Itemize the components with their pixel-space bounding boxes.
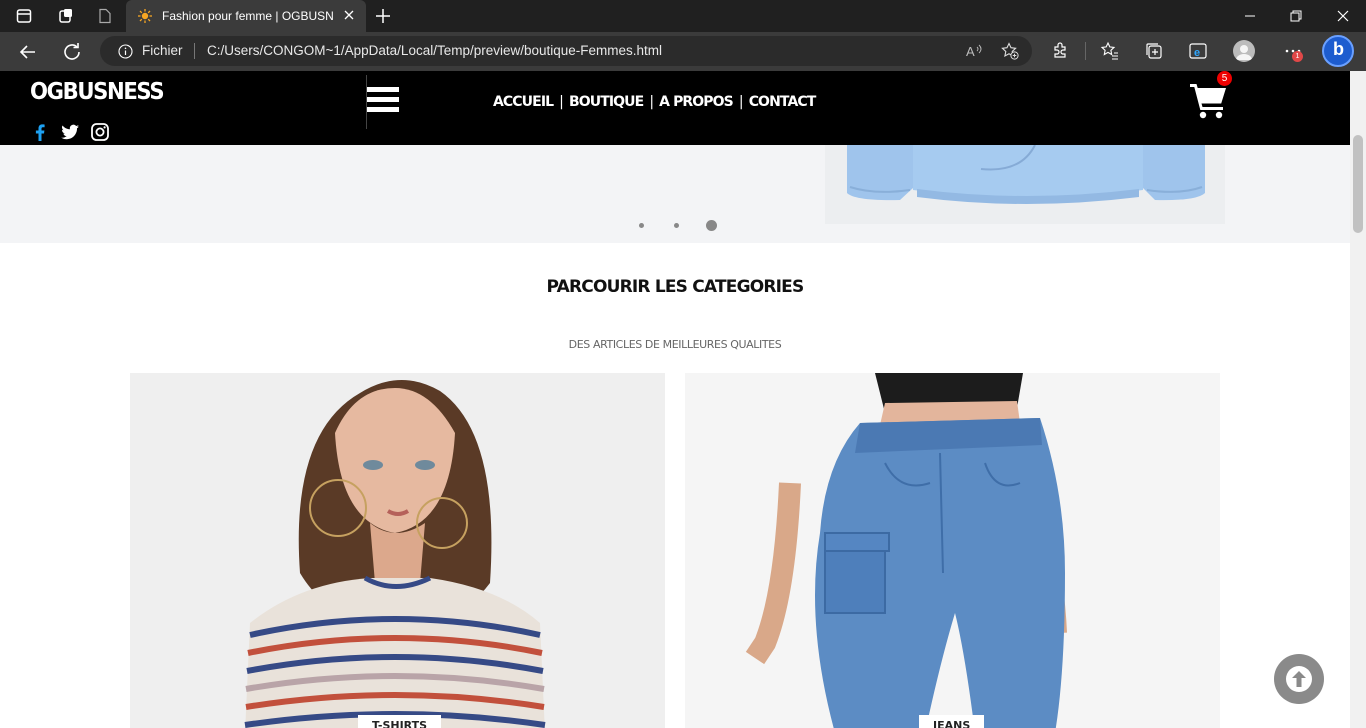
tab-actions-icon[interactable] <box>16 8 32 24</box>
nav-separator: | <box>559 94 564 110</box>
category-card-tshirts[interactable]: T-SHIRTS <box>130 373 665 728</box>
page-tab-icon[interactable] <box>97 8 113 24</box>
tab-title: Fashion pour femme | OGBUSNESS <box>162 9 334 23</box>
nav-separator: | <box>738 94 744 110</box>
slider-dot-1[interactable] <box>639 223 644 228</box>
bing-chat-button[interactable]: b <box>1322 35 1354 67</box>
section-title: PARCOURIR LES CATEGORIES <box>546 277 805 297</box>
sun-favicon-icon <box>138 9 152 23</box>
site-header: OGBUSNESS ACCUEIL | BOUTIQUE | A PROPOS … <box>0 71 1350 145</box>
page-scrollbar[interactable] <box>1350 71 1366 728</box>
favorites-icon[interactable] <box>1100 41 1120 61</box>
new-tab-icon[interactable] <box>374 7 392 25</box>
restore-icon <box>1290 10 1302 22</box>
section-subtitle: DES ARTICLES DE MEILLEURES QUALITES <box>568 338 782 351</box>
refresh-icon[interactable] <box>60 40 84 64</box>
page-viewport: OGBUSNESS ACCUEIL | BOUTIQUE | A PROPOS … <box>0 71 1350 728</box>
url-divider <box>194 43 195 59</box>
toolbar-divider <box>1085 42 1086 60</box>
shopping-cart-icon[interactable] <box>1188 81 1228 121</box>
info-icon[interactable] <box>118 44 133 59</box>
hero-product-image <box>825 145 1225 224</box>
hamburger-menu-icon[interactable] <box>367 87 399 119</box>
browser-toolbar: Fichier C:/Users/CONGOM~1/AppData/Local/… <box>0 32 1366 71</box>
hoodie-image <box>847 145 1205 204</box>
category-card-jeans[interactable]: JEANS <box>685 373 1220 728</box>
workspaces-icon[interactable] <box>58 8 74 24</box>
svg-text:A: A <box>966 44 975 59</box>
arrow-up-icon <box>1286 666 1312 692</box>
slider-dot-2[interactable] <box>674 223 679 228</box>
url-scheme-label: Fichier <box>142 43 183 58</box>
jeans-model-image <box>745 373 1067 728</box>
url-text[interactable]: C:/Users/CONGOM~1/AppData/Local/Temp/pre… <box>207 43 662 58</box>
address-bar[interactable]: Fichier C:/Users/CONGOM~1/AppData/Local/… <box>100 36 1032 66</box>
twitter-icon[interactable] <box>60 122 80 142</box>
hero-slider <box>0 145 1350 243</box>
back-arrow-icon[interactable] <box>16 40 40 64</box>
minimize-button[interactable] <box>1227 0 1273 32</box>
category-label[interactable]: T-SHIRTS <box>358 715 442 728</box>
browser-tab-bar: Fashion pour femme | OGBUSNESS <box>0 0 1366 32</box>
user-icon <box>1236 45 1252 60</box>
read-aloud-icon[interactable]: A <box>965 42 983 60</box>
collections-icon[interactable] <box>1144 41 1164 61</box>
cart-count-badge: 5 <box>1217 71 1232 86</box>
category-label[interactable]: JEANS <box>919 715 985 728</box>
site-logo[interactable]: OGBUSNESS <box>30 79 165 105</box>
nav-separator: | <box>649 94 654 110</box>
notification-badge: 1 <box>1292 51 1303 62</box>
active-tab[interactable]: Fashion pour femme | OGBUSNESS <box>126 0 366 32</box>
ie-mode-icon[interactable]: e <box>1188 41 1208 61</box>
main-nav: ACCUEIL | BOUTIQUE | A PROPOS | CONTACT <box>493 94 817 110</box>
close-window-button[interactable] <box>1320 0 1366 32</box>
add-favorite-icon[interactable] <box>1001 42 1019 60</box>
scrollbar-thumb[interactable] <box>1353 135 1363 233</box>
extensions-icon[interactable] <box>1051 41 1071 61</box>
facebook-icon[interactable] <box>30 122 50 142</box>
bing-icon: b <box>1333 39 1344 59</box>
slider-dot-3-active[interactable] <box>706 220 717 231</box>
tshirt-model-image <box>244 379 546 728</box>
minimize-icon <box>1245 15 1255 17</box>
back-to-top-button[interactable] <box>1274 654 1324 704</box>
nav-item-boutique[interactable]: BOUTIQUE <box>569 94 644 110</box>
nav-item-a-propos[interactable]: A PROPOS <box>659 94 734 110</box>
instagram-icon[interactable] <box>90 122 110 142</box>
close-tab-icon[interactable] <box>342 8 356 22</box>
close-icon <box>1337 10 1349 22</box>
nav-item-accueil[interactable]: ACCUEIL <box>493 94 554 110</box>
profile-avatar[interactable] <box>1233 40 1255 62</box>
restore-button[interactable] <box>1273 0 1319 32</box>
nav-item-contact[interactable]: CONTACT <box>749 94 817 110</box>
svg-text:e: e <box>1194 47 1200 59</box>
